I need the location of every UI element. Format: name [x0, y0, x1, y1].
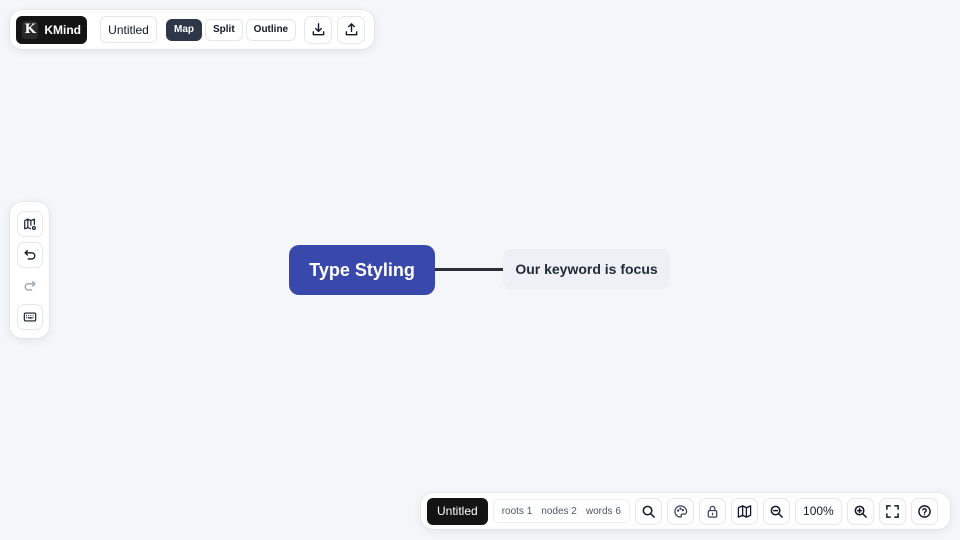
- words-count: words 6: [585, 505, 621, 517]
- redo-icon: [24, 280, 35, 291]
- view-map-button[interactable]: Map: [166, 18, 202, 41]
- keyboard-shortcuts-button[interactable]: [16, 303, 43, 330]
- file-name-chip[interactable]: Untitled: [427, 497, 488, 525]
- view-split-button[interactable]: Split: [205, 18, 243, 41]
- child-node[interactable]: Our keyword is focus: [503, 249, 670, 289]
- help-button[interactable]: [910, 497, 938, 525]
- minimap-button[interactable]: [730, 497, 758, 525]
- download-icon: [312, 23, 324, 36]
- logo-mark: K: [22, 20, 39, 39]
- zoom-in-button[interactable]: [846, 497, 874, 525]
- document-title[interactable]: Untitled: [100, 16, 157, 43]
- zoom-out-icon: [770, 505, 783, 518]
- app-name: KMind: [44, 22, 81, 37]
- theme-button[interactable]: [666, 497, 694, 525]
- node-connector: [435, 268, 503, 271]
- lock-button[interactable]: [698, 497, 726, 525]
- redo-button[interactable]: [16, 272, 43, 299]
- roots-count: roots 1: [501, 505, 533, 517]
- upload-button[interactable]: [337, 15, 366, 44]
- map-settings-button[interactable]: [16, 210, 43, 237]
- search-icon: [642, 505, 655, 518]
- fullscreen-button[interactable]: [878, 497, 906, 525]
- zoom-in-icon: [854, 505, 867, 518]
- root-node[interactable]: Type Styling: [289, 245, 435, 295]
- nodes-count: nodes 2: [541, 505, 577, 517]
- search-button[interactable]: [634, 497, 662, 525]
- left-toolbar: [10, 202, 49, 338]
- theme-icon: [674, 504, 688, 518]
- help-icon: [918, 504, 931, 518]
- minimap-icon: [737, 504, 752, 518]
- app-logo[interactable]: K KMind: [16, 15, 87, 44]
- undo-button[interactable]: [16, 241, 43, 268]
- view-outline-button[interactable]: Outline: [245, 18, 297, 41]
- zoom-level[interactable]: 100%: [794, 497, 842, 525]
- top-toolbar: K KMind Untitled Map Split Outline: [10, 10, 374, 49]
- upload-icon: [345, 23, 357, 36]
- fullscreen-icon: [886, 504, 899, 518]
- keyboard-icon: [23, 311, 36, 322]
- view-mode-switcher: Map Split Outline: [166, 18, 297, 41]
- download-button[interactable]: [304, 15, 333, 44]
- document-stats: roots 1 nodes 2 words 6: [492, 499, 630, 523]
- bottom-toolbar: Untitled roots 1 nodes 2 words 6 100%: [421, 493, 950, 529]
- map-settings-icon: [23, 218, 36, 230]
- zoom-out-button[interactable]: [762, 497, 790, 525]
- lock-icon: [707, 505, 718, 518]
- undo-icon: [24, 249, 35, 260]
